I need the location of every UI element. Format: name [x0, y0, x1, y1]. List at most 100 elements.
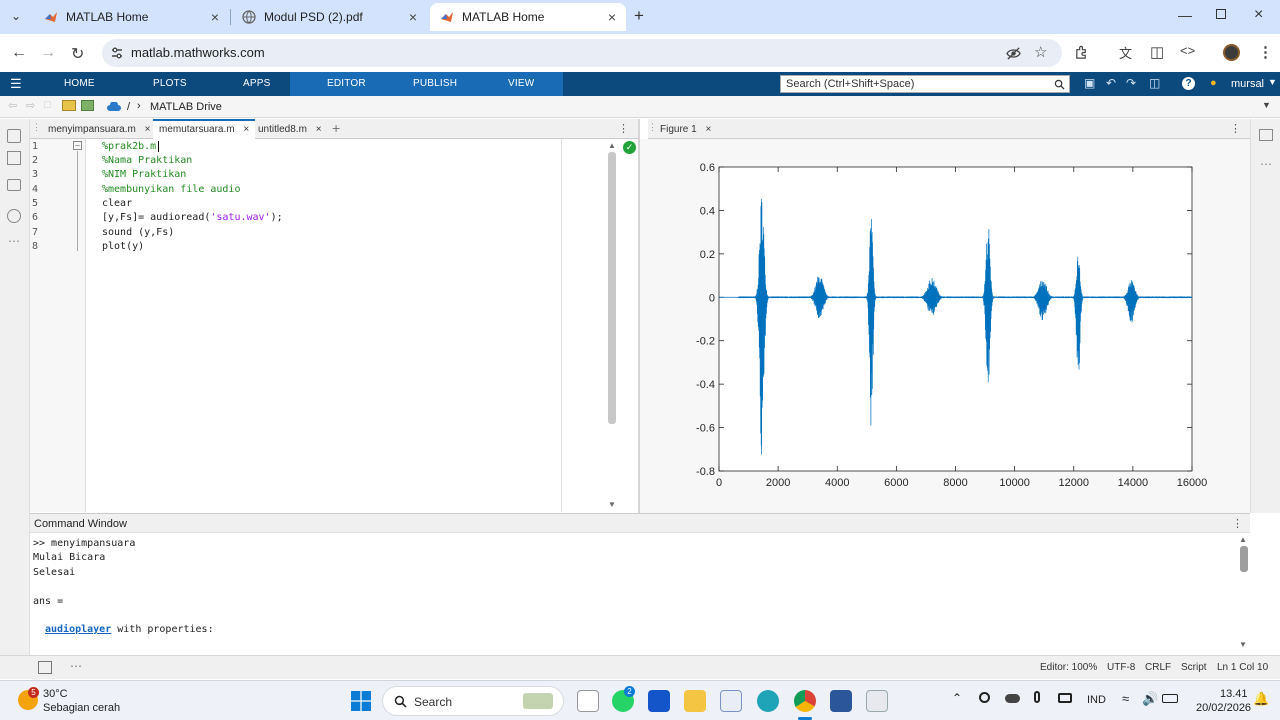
redo-icon[interactable]: ↷: [1126, 76, 1136, 90]
tab-editor[interactable]: EDITOR: [327, 78, 366, 89]
status-mode[interactable]: Script: [1181, 662, 1207, 673]
volume-icon[interactable]: 🔊: [1142, 691, 1158, 707]
display-icon[interactable]: [1058, 693, 1072, 703]
tab-plots[interactable]: PLOTS: [153, 78, 187, 89]
close-icon[interactable]: ×: [316, 124, 322, 135]
folder-up-icon[interactable]: □: [44, 99, 51, 111]
file-explorer-icon[interactable]: [684, 690, 706, 712]
audioplayer-link[interactable]: audioplayer: [45, 624, 111, 635]
figure-tools-icon[interactable]: [1259, 129, 1273, 141]
pen-app-icon[interactable]: [648, 690, 670, 712]
command-window-options-icon[interactable]: ⋮: [1232, 517, 1243, 530]
status-editor-zoom[interactable]: Editor: 100%: [1040, 662, 1097, 673]
word-icon[interactable]: [830, 690, 852, 712]
reading-mode-icon[interactable]: ◫: [1150, 43, 1164, 61]
weather-desc[interactable]: Sebagian cerah: [43, 702, 120, 714]
switch-windows-icon[interactable]: ◫: [1149, 76, 1160, 90]
edge-browser-icon[interactable]: [757, 690, 779, 712]
close-icon[interactable]: ×: [705, 124, 711, 135]
translate-icon[interactable]: 文: [1119, 43, 1132, 62]
editor-tab-menyimpansuara[interactable]: menyimpansuara.m ×: [42, 119, 156, 139]
input-language[interactable]: IND: [1087, 694, 1106, 706]
search-icon[interactable]: [1054, 79, 1065, 90]
url-text[interactable]: matlab.mathworks.com: [131, 45, 265, 60]
scroll-down-icon[interactable]: ▼: [608, 500, 616, 509]
more-menu-icon[interactable]: ⋮: [1258, 43, 1273, 61]
browser-tab-modul-psd[interactable]: Modul PSD (2).pdf ×: [232, 3, 427, 31]
user-name[interactable]: mursal: [1231, 78, 1264, 90]
help-icon[interactable]: ?: [1182, 77, 1195, 90]
bookmark-star-icon[interactable]: ☆: [1034, 43, 1047, 61]
code-fold-icon[interactable]: –: [73, 141, 82, 150]
wifi-icon[interactable]: ≈: [1122, 691, 1129, 706]
status-panel-icon[interactable]: [38, 661, 52, 674]
scroll-up-icon[interactable]: ▲: [608, 141, 616, 150]
save-icon[interactable]: ▣: [1084, 76, 1095, 90]
restore-icon[interactable]: [1216, 9, 1226, 19]
clock-date[interactable]: 20/02/2026: [1196, 702, 1251, 714]
user-icon[interactable]: ●: [1210, 77, 1217, 89]
tab-search-icon[interactable]: ⌄: [11, 9, 21, 23]
chrome-browser-icon[interactable]: [794, 690, 816, 712]
close-icon[interactable]: ×: [145, 124, 151, 135]
undo-icon[interactable]: ↶: [1106, 76, 1116, 90]
tab-publish[interactable]: PUBLISH: [413, 78, 457, 89]
path-root[interactable]: /: [127, 101, 130, 113]
close-icon[interactable]: ×: [409, 9, 417, 25]
omnibox[interactable]: matlab.mathworks.com ☆: [102, 39, 1062, 67]
user-menu-caret-icon[interactable]: ▼: [1268, 77, 1277, 87]
new-tab-icon[interactable]: +: [634, 6, 644, 26]
show-hidden-icons[interactable]: ⌃: [952, 691, 962, 705]
eye-off-icon[interactable]: [1006, 46, 1021, 61]
path-dropdown-icon[interactable]: ▼: [1262, 100, 1271, 110]
reload-icon[interactable]: ↻: [71, 44, 84, 64]
taskbar-search-box[interactable]: Search: [382, 686, 564, 716]
microsoft-store-icon[interactable]: [720, 690, 742, 712]
devtools-code-icon[interactable]: <>: [1180, 43, 1195, 58]
matlab-search-input[interactable]: Search (Ctrl+Shift+Space): [780, 75, 1070, 93]
new-editor-tab-icon[interactable]: +: [332, 120, 340, 136]
more-tools-icon[interactable]: ⋯: [1260, 157, 1272, 171]
task-view-icon[interactable]: [577, 690, 599, 712]
folder-options-icon[interactable]: [81, 100, 94, 111]
onedrive-cloud-icon[interactable]: [1005, 694, 1020, 703]
notification-bell-icon[interactable]: 🔔: [1253, 691, 1269, 707]
browse-folder-icon[interactable]: [62, 100, 76, 111]
path-matlab-drive[interactable]: MATLAB Drive: [150, 101, 222, 113]
folder-forward-icon[interactable]: ⇨: [26, 99, 35, 112]
close-icon[interactable]: ×: [243, 124, 249, 135]
status-line-ending[interactable]: CRLF: [1145, 662, 1171, 673]
weather-temp[interactable]: 30°C: [43, 688, 68, 700]
tab-view[interactable]: VIEW: [508, 78, 534, 89]
figure-options-icon[interactable]: ⋮: [1230, 122, 1241, 135]
clock-time[interactable]: 13.41: [1220, 688, 1248, 700]
back-icon[interactable]: ←: [11, 44, 27, 62]
browser-tab-matlab-home-2[interactable]: MATLAB Home ×: [430, 3, 626, 31]
cmd-scroll-down-icon[interactable]: ▼: [1239, 640, 1247, 649]
audio-waveform-plot[interactable]: 0.6 0.4 0.2 0 -0.2 -0.4 -0.6 -0.8 0 2000 4000 6000…: [640, 139, 1250, 513]
profile-avatar[interactable]: [1223, 44, 1240, 61]
extensions-icon[interactable]: [1074, 45, 1089, 60]
hamburger-menu-icon[interactable]: ☰: [10, 76, 22, 92]
folder-back-icon[interactable]: ⇦: [8, 99, 17, 112]
status-more-icon[interactable]: ⋯: [70, 659, 82, 673]
figure-tab[interactable]: Figure 1 ×: [654, 119, 717, 139]
close-window-icon[interactable]: ×: [1254, 6, 1263, 24]
code-analyzer-ok-icon[interactable]: ✓: [623, 141, 636, 154]
status-cursor-position[interactable]: Ln 1 Col 10: [1217, 662, 1268, 673]
tab-apps[interactable]: APPS: [243, 78, 270, 89]
location-icon[interactable]: [979, 692, 990, 703]
editor-options-icon[interactable]: ⋮: [618, 122, 629, 135]
tab-home[interactable]: HOME: [64, 78, 95, 89]
close-icon[interactable]: ×: [608, 9, 616, 25]
microphone-icon[interactable]: [1034, 691, 1040, 703]
drag-handle-icon[interactable]: ⋮: [32, 122, 41, 133]
command-window-scrollbar-thumb[interactable]: [1240, 546, 1248, 572]
battery-icon[interactable]: [1162, 694, 1178, 703]
site-info-icon[interactable]: [110, 46, 124, 60]
close-icon[interactable]: ×: [211, 9, 219, 25]
editor-tab-untitled8[interactable]: untitled8.m ×: [252, 119, 328, 139]
snipping-tool-icon[interactable]: [866, 690, 888, 712]
browser-tab-matlab-home-1[interactable]: MATLAB Home ×: [34, 3, 229, 31]
forward-icon[interactable]: →: [40, 44, 56, 62]
